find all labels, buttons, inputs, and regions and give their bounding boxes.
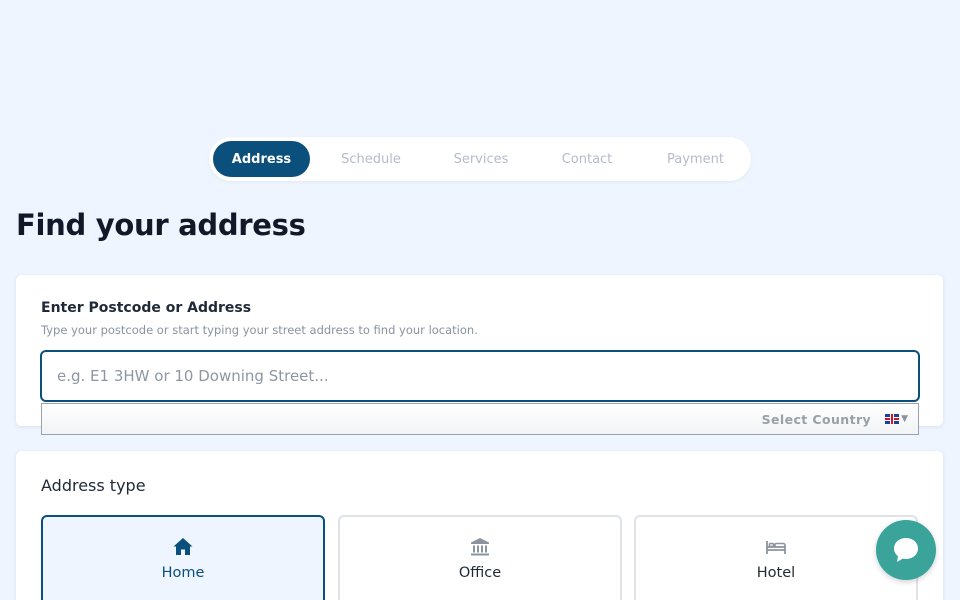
tab-address[interactable]: Address <box>213 141 310 177</box>
address-field-help: Type your postcode or start typing your … <box>41 323 478 337</box>
address-type-hotel-label: Hotel <box>756 565 796 581</box>
caret-down-icon: ▼ <box>901 414 908 424</box>
house-icon <box>173 538 193 555</box>
tab-contact[interactable]: Contact <box>530 141 644 177</box>
address-type-home[interactable]: Home <box>41 515 325 600</box>
bed-icon <box>766 541 786 554</box>
tab-schedule[interactable]: Schedule <box>310 141 432 177</box>
page-title: Find your address <box>16 208 306 242</box>
address-type-home-label: Home <box>161 565 205 581</box>
address-type-hotel[interactable]: Hotel <box>634 515 918 600</box>
country-selector-label: Select Country <box>761 411 872 427</box>
chat-bubble-icon <box>894 538 918 562</box>
building-icon <box>471 538 489 556</box>
page: Address Schedule Services Contact Paymen… <box>0 0 960 600</box>
address-type-card: Address type Home Office Hotel <box>16 451 943 600</box>
uk-flag-icon <box>885 414 900 424</box>
tab-payment[interactable]: Payment <box>644 141 747 177</box>
step-tabs: Address Schedule Services Contact Paymen… <box>209 137 751 181</box>
address-field-label: Enter Postcode or Address <box>41 300 252 316</box>
address-type-office[interactable]: Office <box>338 515 622 600</box>
tab-services[interactable]: Services <box>432 141 530 177</box>
country-selector[interactable]: Select Country ▼ <box>41 403 919 435</box>
address-type-office-label: Office <box>458 565 502 581</box>
address-search-input[interactable] <box>40 350 920 402</box>
chat-button[interactable] <box>876 520 936 580</box>
address-type-label: Address type <box>41 476 146 495</box>
